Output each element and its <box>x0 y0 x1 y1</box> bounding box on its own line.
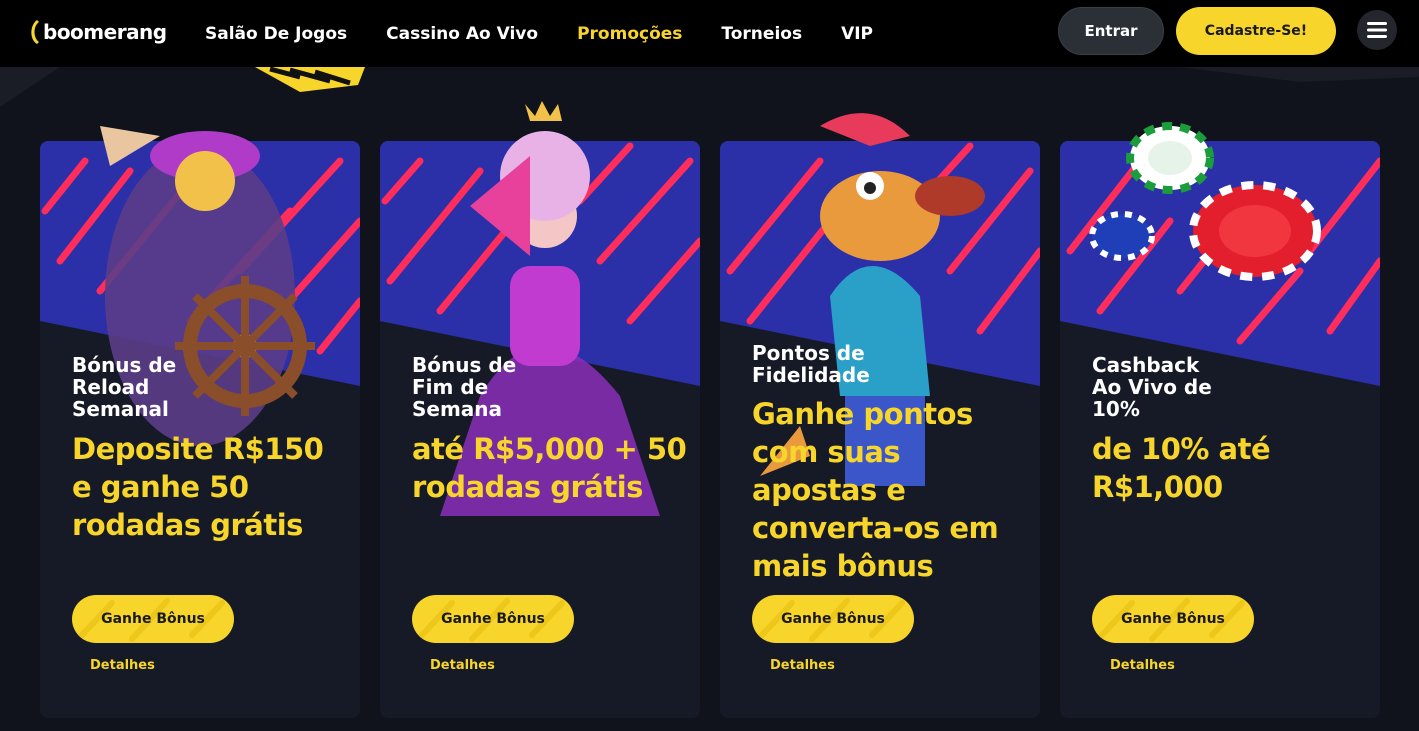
claim-bonus-label: Ganhe Bônus <box>1121 611 1225 627</box>
details-link[interactable]: Detalhes <box>430 658 495 673</box>
signup-button[interactable]: Cadastre-Se! <box>1176 7 1336 55</box>
promo-card-loyalty: Pontos de Fidelidade Ganhe pontos com su… <box>720 113 1040 718</box>
promo-title: Pontos de Fidelidade <box>752 341 870 387</box>
claim-bonus-button[interactable]: Ganhe Bônus <box>752 595 914 643</box>
boomerang-logo-icon <box>31 20 39 44</box>
card-banner-background <box>1060 141 1380 386</box>
card-banner-background <box>40 141 360 386</box>
nav-item-tournaments[interactable]: Torneios <box>721 24 802 44</box>
top-header: boomerang Salão De Jogos Cassino Ao Vivo… <box>0 0 1419 67</box>
login-button[interactable]: Entrar <box>1058 7 1164 55</box>
details-link[interactable]: Detalhes <box>90 658 155 673</box>
promo-card-weekend: Bónus de Fim de Semana até R$5,000 + 50 … <box>380 101 700 718</box>
promo-offer: Deposite R$150 e ganhe 50 rodadas grátis <box>72 432 324 542</box>
claim-bonus-button[interactable]: Ganhe Bônus <box>1092 595 1254 643</box>
card-banner-background <box>380 141 700 386</box>
background-decoration <box>0 67 1419 107</box>
promo-title: Bónus de Fim de Semana <box>412 353 517 421</box>
claim-bonus-label: Ganhe Bônus <box>781 611 885 627</box>
menu-button[interactable] <box>1357 10 1397 50</box>
details-link[interactable]: Detalhes <box>1110 658 1175 673</box>
claim-bonus-button[interactable]: Ganhe Bônus <box>72 595 234 643</box>
main-nav: Salão De Jogos Cassino Ao Vivo Promoções… <box>205 0 912 67</box>
promo-card-cashback: Cashback Ao Vivo de 10% de 10% até R$1,0… <box>1060 122 1380 718</box>
claim-bonus-label: Ganhe Bônus <box>101 611 205 627</box>
nav-item-promotions[interactable]: Promoções <box>577 24 682 44</box>
promo-title: Cashback Ao Vivo de 10% <box>1092 353 1212 421</box>
claim-bonus-label: Ganhe Bônus <box>441 611 545 627</box>
nav-item-lobby[interactable]: Salão De Jogos <box>205 24 347 44</box>
brand-logo[interactable]: boomerang <box>28 18 167 46</box>
promo-title: Bónus de Reload Semanal <box>72 353 177 421</box>
claim-bonus-button[interactable]: Ganhe Bônus <box>412 595 574 643</box>
nav-item-live-casino[interactable]: Cassino Ao Vivo <box>386 24 538 44</box>
promo-card-reload: Bónus de Reload Semanal Deposite R$150 e… <box>40 126 360 718</box>
hamburger-menu-icon <box>1367 22 1387 38</box>
nav-item-vip[interactable]: VIP <box>841 24 873 44</box>
details-link[interactable]: Detalhes <box>770 658 835 673</box>
promo-offer: Ganhe pontos com suas apostas e converta… <box>752 397 999 583</box>
brand-name: boomerang <box>43 20 167 44</box>
promo-offer: até R$5,000 + 50 rodadas grátis <box>412 432 687 504</box>
promo-offer: de 10% até R$1,000 <box>1092 432 1271 504</box>
